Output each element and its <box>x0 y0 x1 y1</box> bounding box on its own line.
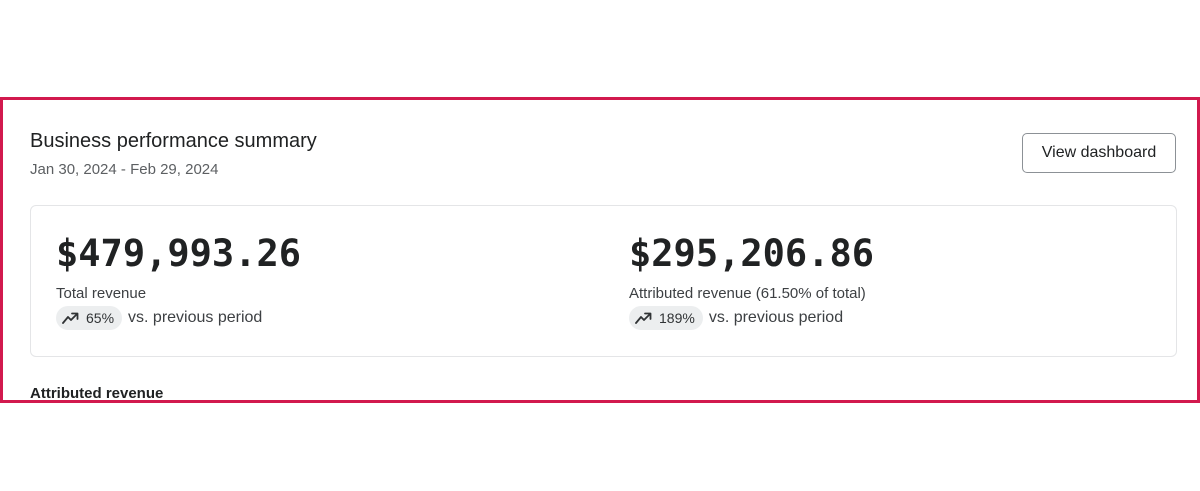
trending-up-icon <box>635 312 652 324</box>
attributed-revenue-label: Attributed revenue (61.50% of total) <box>629 285 866 302</box>
trending-up-icon <box>62 312 79 324</box>
change-percent: 65% <box>86 310 115 326</box>
total-revenue-label: Total revenue <box>56 285 147 302</box>
total-revenue-change-row: 65% vs. previous period <box>56 306 262 330</box>
attributed-revenue-amount: $295,206.86 <box>629 232 875 275</box>
attributed-revenue-change-row: 189% vs. previous period <box>629 306 843 330</box>
panel-title: Business performance summary <box>30 130 317 152</box>
business-performance-panel: Business performance summary Jan 30, 202… <box>0 97 1200 403</box>
total-revenue-amount: $479,993.26 <box>56 232 302 275</box>
change-badge: 65% <box>56 306 123 330</box>
change-percent: 189% <box>659 310 695 326</box>
date-range: Jan 30, 2024 - Feb 29, 2024 <box>30 161 219 178</box>
comparison-text: vs. previous period <box>128 309 263 326</box>
metrics-card: $479,993.26 Total revenue 65% vs. previo… <box>30 205 1177 357</box>
view-dashboard-button[interactable]: View dashboard <box>1022 133 1176 173</box>
comparison-text: vs. previous period <box>708 309 844 326</box>
attributed-revenue-section-heading: Attributed revenue <box>30 385 164 402</box>
change-badge: 189% <box>629 306 703 330</box>
